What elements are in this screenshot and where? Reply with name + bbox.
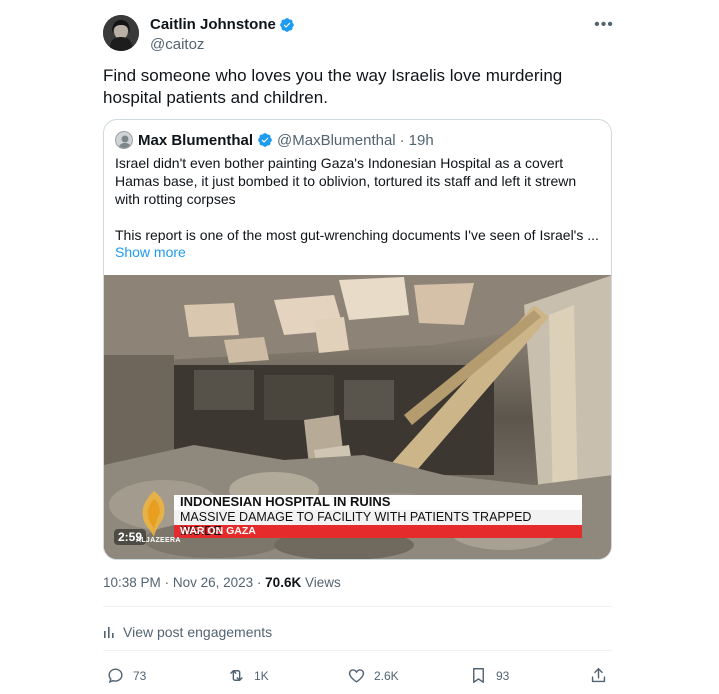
repost-icon	[230, 670, 243, 681]
tweet-meta: 10:38 PM · Nov 26, 2023 · 70.6K Views	[103, 575, 341, 590]
quote-author-handle[interactable]: @MaxBlumenthal	[277, 132, 396, 149]
divider	[103, 606, 612, 607]
quote-separator: ·	[399, 131, 405, 149]
news-lower-third: INDONESIAN HOSPITAL IN RUINS MASSIVE DAM…	[174, 495, 582, 538]
action-bar: 73 1K 2.6K 93	[103, 666, 613, 688]
bookmark-count: 93	[496, 668, 510, 683]
channel-name: ALJAZEERA	[136, 537, 181, 544]
quote-tweet[interactable]: Max Blumenthal @MaxBlumenthal · 19h Isra…	[103, 119, 612, 560]
share-icon	[591, 668, 606, 683]
author-handle[interactable]: @caitoz	[150, 35, 295, 55]
quote-paragraph-2: This report is one of the most gut-wrenc…	[115, 227, 599, 243]
author-info: Caitlin Johnstone @caitoz	[150, 16, 295, 55]
reply-icon	[108, 668, 123, 683]
views-count: 70.6K	[265, 575, 302, 590]
quote-author-name[interactable]: Max Blumenthal	[138, 132, 253, 149]
view-engagements-link[interactable]: View post engagements	[103, 624, 272, 640]
reply-button[interactable]: 73	[106, 666, 146, 685]
view-engagements-label: View post engagements	[123, 624, 273, 640]
tweet: Caitlin Johnstone @caitoz ••• Find someo…	[103, 0, 613, 694]
views-label: Views	[304, 575, 341, 590]
share-button[interactable]	[589, 666, 608, 685]
verified-badge-icon	[258, 133, 272, 147]
quote-paragraph-1: Israel didn't even bother painting Gaza'…	[115, 155, 577, 207]
meta-separator: ·	[164, 575, 170, 590]
tweet-time[interactable]: 10:38 PM	[103, 575, 161, 590]
video-thumbnail[interactable]: INDONESIAN HOSPITAL IN RUINS MASSIVE DAM…	[104, 275, 611, 559]
show-more-link[interactable]: Show more	[115, 244, 186, 260]
quote-timestamp[interactable]: 19h	[409, 132, 434, 149]
repost-button[interactable]: 1K	[227, 666, 269, 685]
quote-header: Max Blumenthal @MaxBlumenthal · 19h	[115, 131, 434, 149]
verified-badge-icon	[280, 18, 294, 32]
meta-separator: ·	[256, 575, 262, 590]
tweet-text: Find someone who loves you the way Israe…	[103, 66, 563, 107]
like-button[interactable]: 2.6K	[347, 666, 399, 685]
tweet-date[interactable]: Nov 26, 2023	[173, 575, 253, 590]
author-avatar[interactable]	[103, 15, 139, 51]
bar-chart-icon	[104, 627, 114, 638]
quote-avatar[interactable]	[115, 131, 133, 149]
bookmark-button[interactable]: 93	[469, 666, 509, 685]
news-tag: WAR ON GAZA	[174, 525, 582, 538]
news-subheadline: MASSIVE DAMAGE TO FACILITY WITH PATIENTS…	[174, 510, 582, 538]
like-count: 2.6K	[374, 668, 399, 683]
repost-count: 1K	[254, 668, 269, 683]
author-name[interactable]: Caitlin Johnstone	[150, 16, 276, 34]
like-icon	[348, 669, 365, 683]
more-icon[interactable]: •••	[593, 14, 615, 36]
news-headline: INDONESIAN HOSPITAL IN RUINS	[174, 495, 582, 510]
bookmark-icon	[473, 668, 484, 683]
divider	[103, 650, 612, 651]
reply-count: 73	[133, 668, 147, 683]
quote-text: Israel didn't even bother painting Gaza'…	[115, 154, 603, 244]
